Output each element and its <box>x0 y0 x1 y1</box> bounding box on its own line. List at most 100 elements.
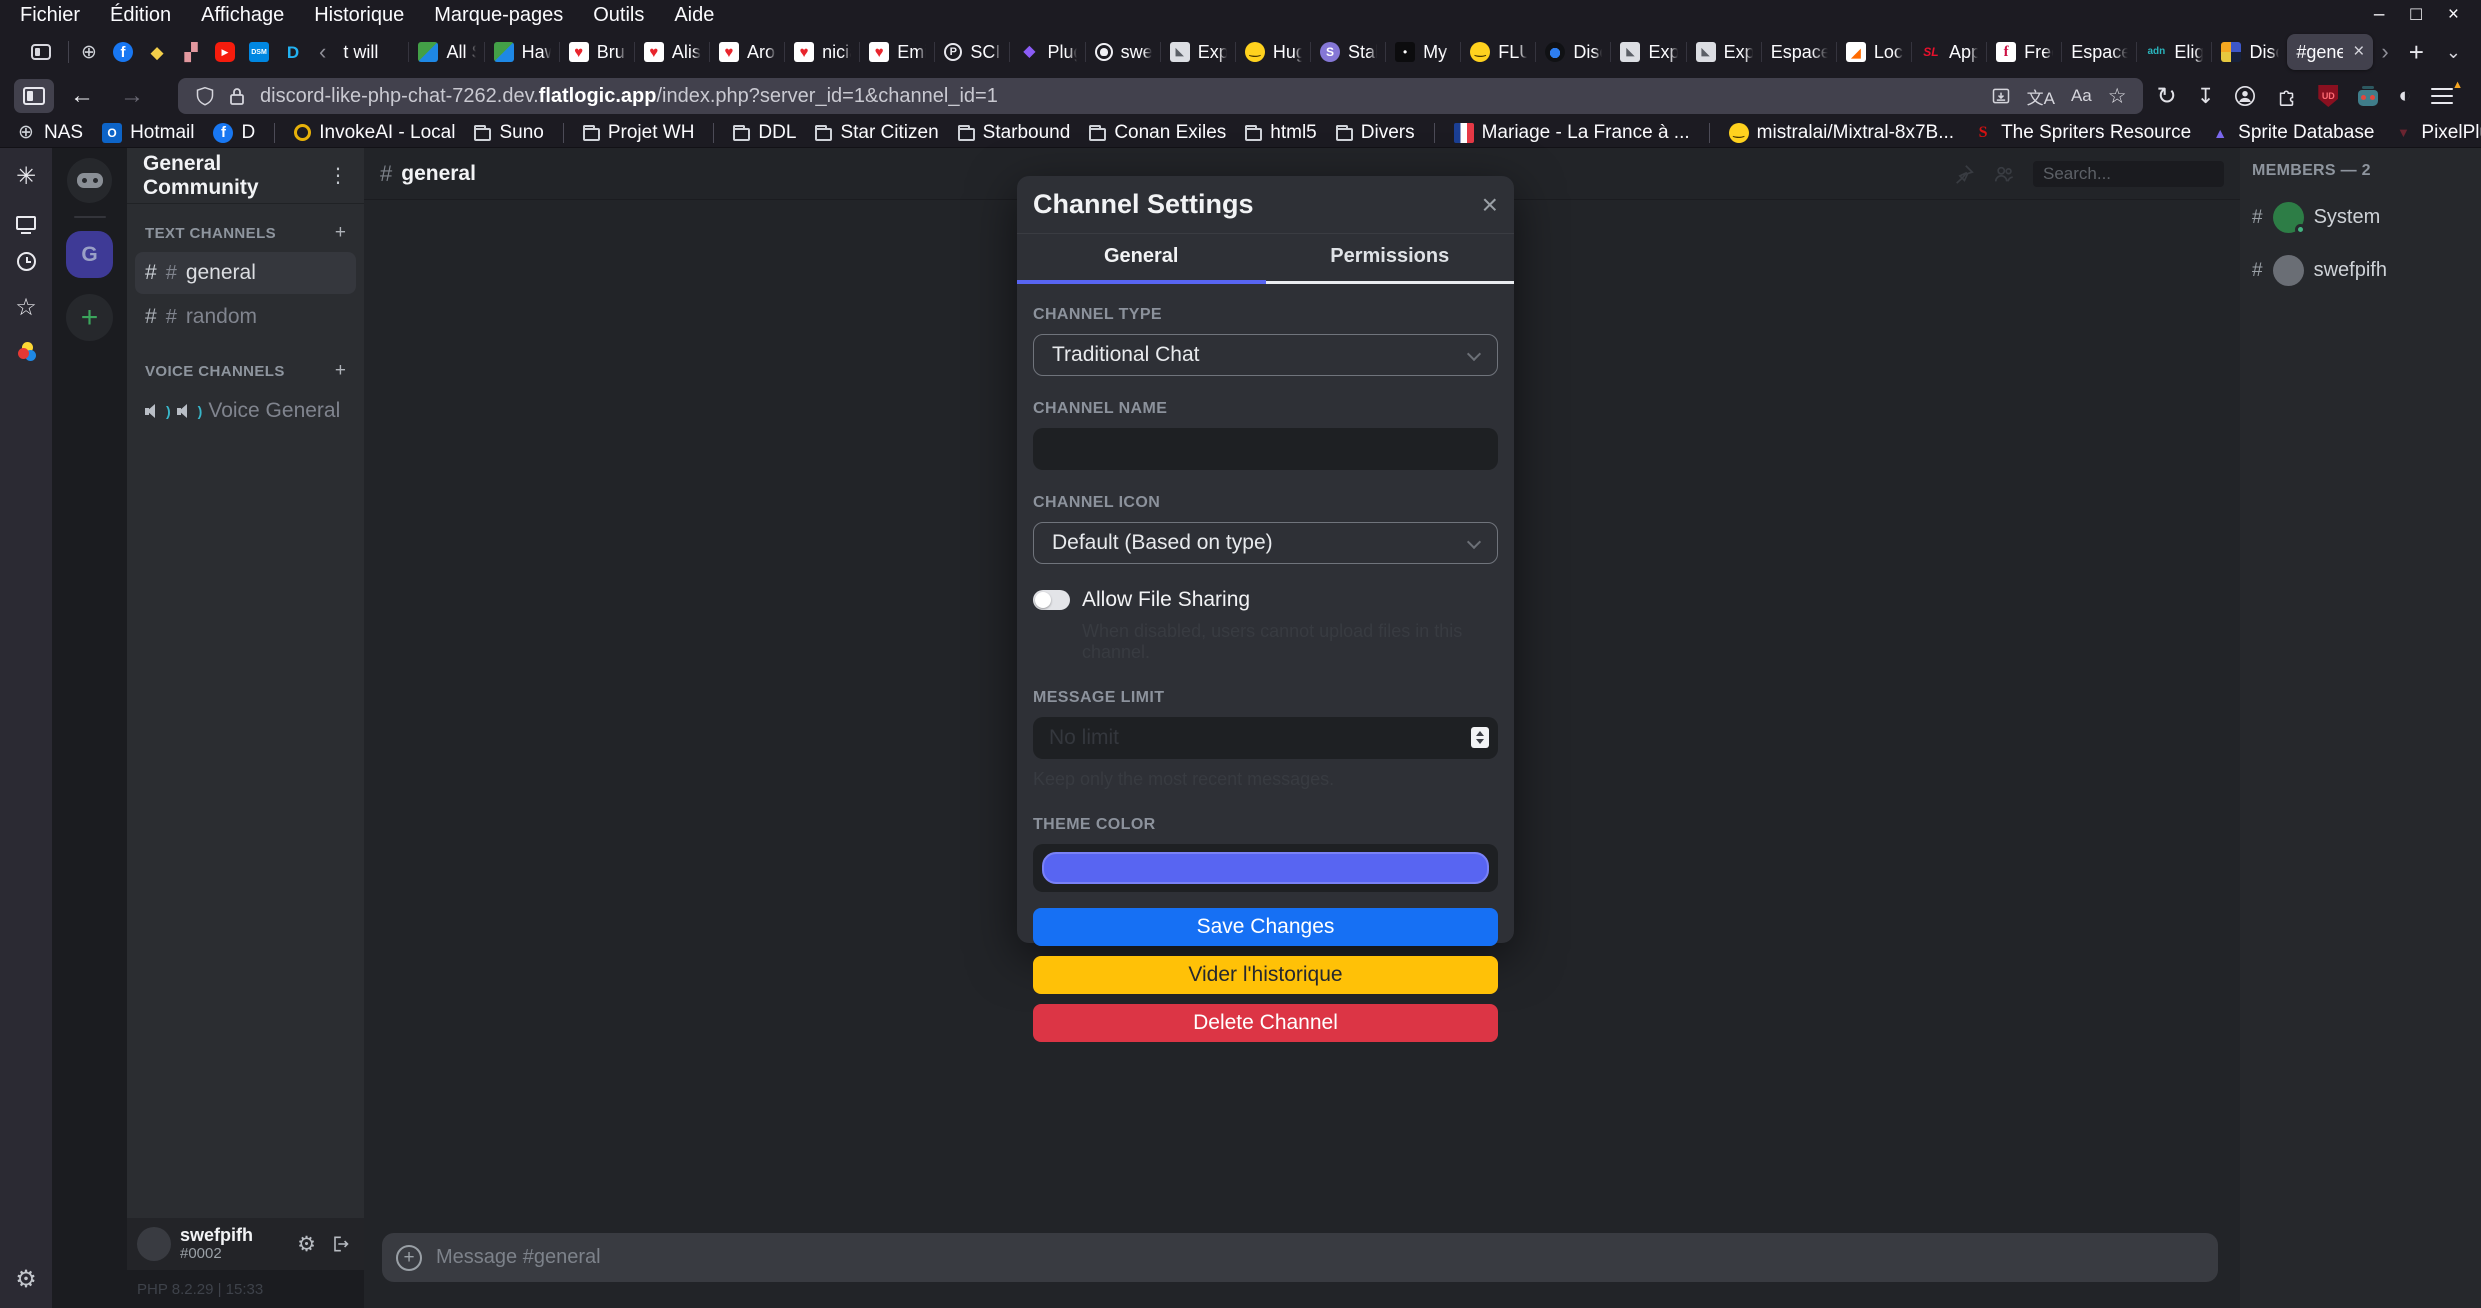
menu-item[interactable]: Affichage <box>201 4 284 27</box>
url-text[interactable]: discord-like-php-chat-7262.dev.flatlogic… <box>260 85 1991 108</box>
sidebar-toggle-button[interactable] <box>14 79 54 113</box>
add-voice-channel-button[interactable]: + <box>335 360 346 382</box>
browser-tab[interactable]: Discor <box>1536 34 1611 70</box>
bookmark-item[interactable]: html5 <box>1245 122 1316 144</box>
pinned-tab-icon[interactable] <box>283 42 303 62</box>
bookmark-item[interactable] <box>1434 123 1435 143</box>
home-server-button[interactable] <box>67 158 112 203</box>
browser-tab[interactable]: Discor <box>2212 34 2287 70</box>
bookmark-item[interactable]: DDL <box>733 122 796 144</box>
browser-tab[interactable]: Bruni2 <box>560 34 635 70</box>
close-icon[interactable]: × <box>1482 191 1498 219</box>
browser-tab[interactable]: t will <box>334 34 409 70</box>
list-all-tabs-button[interactable]: ⌄ <box>2436 42 2471 63</box>
tab-scroll-right[interactable]: › <box>2373 39 2396 65</box>
bookmark-item[interactable]: Sprite Database <box>2210 122 2374 144</box>
theme-color-input[interactable] <box>1033 844 1498 892</box>
browser-tab[interactable]: Locati <box>1837 34 1912 70</box>
sidebar-settings-button[interactable] <box>0 1265 52 1294</box>
bookmark-item[interactable]: NAS <box>16 122 83 144</box>
member-row[interactable]: # System <box>2252 202 2469 233</box>
bookmark-item[interactable]: Starbound <box>958 122 1071 144</box>
server-icon-general[interactable]: G <box>66 231 113 278</box>
browser-tab[interactable]: SCI RE <box>935 34 1010 70</box>
chatgpt-sidebar-button[interactable] <box>0 162 52 191</box>
new-tab-button[interactable]: + <box>2397 37 2436 68</box>
server-menu-icon[interactable]: ⋮ <box>328 163 348 188</box>
browser-tab[interactable]: Aromy <box>710 34 785 70</box>
browser-tab[interactable]: Explor <box>1611 34 1686 70</box>
maximize-button[interactable]: □ <box>2410 4 2421 26</box>
bookmark-item[interactable]: Divers <box>1336 122 1415 144</box>
tab-general[interactable]: General <box>1017 234 1266 284</box>
browser-tab[interactable]: Espace clie <box>1762 34 1837 70</box>
add-server-button[interactable]: + <box>66 294 113 341</box>
browser-tab[interactable]: FLUX. <box>1461 34 1536 70</box>
bookmark-item[interactable]: The Spriters Resource <box>1973 122 2191 144</box>
browser-tab[interactable]: Espace abo <box>2062 34 2137 70</box>
firefox-view-button[interactable] <box>24 37 58 67</box>
channel-icon-select[interactable]: Default (Based on type) <box>1033 522 1498 564</box>
browser-tab[interactable]: Free : <box>1987 34 2062 70</box>
browser-tab[interactable]: niciara <box>785 34 860 70</box>
bookmark-star-icon[interactable]: ☆ <box>2108 84 2127 109</box>
menu-item[interactable]: Outils <box>593 4 644 27</box>
reader-translate-icon[interactable]: Aa <box>2071 86 2092 106</box>
members-icon[interactable] <box>1993 163 2015 185</box>
history-button[interactable] <box>0 252 52 271</box>
refresh-button[interactable]: ↻ <box>2157 82 2177 111</box>
browser-tab[interactable]: Appar <box>1912 34 1987 70</box>
bookmark-item[interactable]: InvokeAI - Local <box>294 122 455 144</box>
account-icon[interactable] <box>2234 85 2256 107</box>
browser-tab[interactable]: Emie0 <box>860 34 935 70</box>
bookmark-item[interactable]: PixelPlush Studio - Pix... <box>2393 122 2481 144</box>
close-button[interactable]: × <box>2448 4 2459 26</box>
file-sharing-toggle[interactable] <box>1033 590 1070 610</box>
back-button[interactable]: ← <box>60 82 104 110</box>
pinned-tab-icon[interactable] <box>79 42 99 62</box>
browser-tab[interactable]: Plugin <box>1010 34 1085 70</box>
browser-tab[interactable]: Huggi <box>1236 34 1311 70</box>
browser-tab[interactable]: Explor <box>1687 34 1762 70</box>
menu-item[interactable]: Édition <box>110 4 171 27</box>
active-tab[interactable]: #genera × <box>2287 34 2373 70</box>
bookmark-item[interactable] <box>1709 123 1710 143</box>
bookmark-item[interactable]: Star Citizen <box>815 122 938 144</box>
search-input[interactable] <box>2033 161 2224 187</box>
server-header[interactable]: General Community ⋮ <box>127 148 364 204</box>
browser-tab[interactable]: Hawai <box>485 34 560 70</box>
logout-icon[interactable] <box>330 1234 350 1254</box>
delete-channel-button[interactable]: Delete Channel <box>1033 1004 1498 1042</box>
add-text-channel-button[interactable]: + <box>335 222 346 244</box>
bookmark-item[interactable]: Mariage - La France à ... <box>1454 122 1690 144</box>
browser-tab[interactable]: Eligibi <box>2137 34 2212 70</box>
translate-icon[interactable]: 文A <box>2027 84 2055 109</box>
pinned-tab-icon[interactable] <box>113 42 133 62</box>
channel-item-random[interactable]: # # random <box>135 296 356 338</box>
minimize-button[interactable]: – <box>2374 4 2385 26</box>
menu-item[interactable]: Marque-pages <box>434 4 563 27</box>
user-settings-gear-icon[interactable] <box>297 1232 316 1257</box>
tab-close-icon[interactable]: × <box>2353 41 2364 63</box>
pinned-tab-icon[interactable] <box>147 42 167 62</box>
browser-tab[interactable]: All Siz <box>409 34 484 70</box>
app-menu-icon[interactable] <box>2431 88 2453 104</box>
channel-item-general[interactable]: # # general <box>135 252 356 294</box>
darkmode-icon[interactable]: ◐ <box>2398 84 2411 108</box>
clear-history-button[interactable]: Vider l'historique <box>1033 956 1498 994</box>
browser-tab[interactable]: Stable <box>1311 34 1386 70</box>
synced-tabs-button[interactable] <box>0 213 52 230</box>
bookmark-item[interactable] <box>563 123 564 143</box>
pin-icon[interactable] <box>1953 163 1975 185</box>
member-row[interactable]: # swefpifh <box>2252 255 2469 286</box>
message-limit-input[interactable] <box>1033 717 1498 759</box>
menu-item[interactable]: Historique <box>314 4 404 27</box>
channel-type-select[interactable]: Traditional Chat <box>1033 334 1498 376</box>
channel-name-input[interactable] <box>1033 428 1498 470</box>
bookmark-item[interactable]: Projet WH <box>583 122 695 144</box>
bookmark-item[interactable] <box>274 123 275 143</box>
menu-item[interactable]: Aide <box>674 4 714 27</box>
containers-button[interactable] <box>0 344 52 359</box>
bookmarks-button[interactable] <box>0 293 52 322</box>
channel-item-voice-general[interactable]: ) ) Voice General <box>135 390 356 432</box>
